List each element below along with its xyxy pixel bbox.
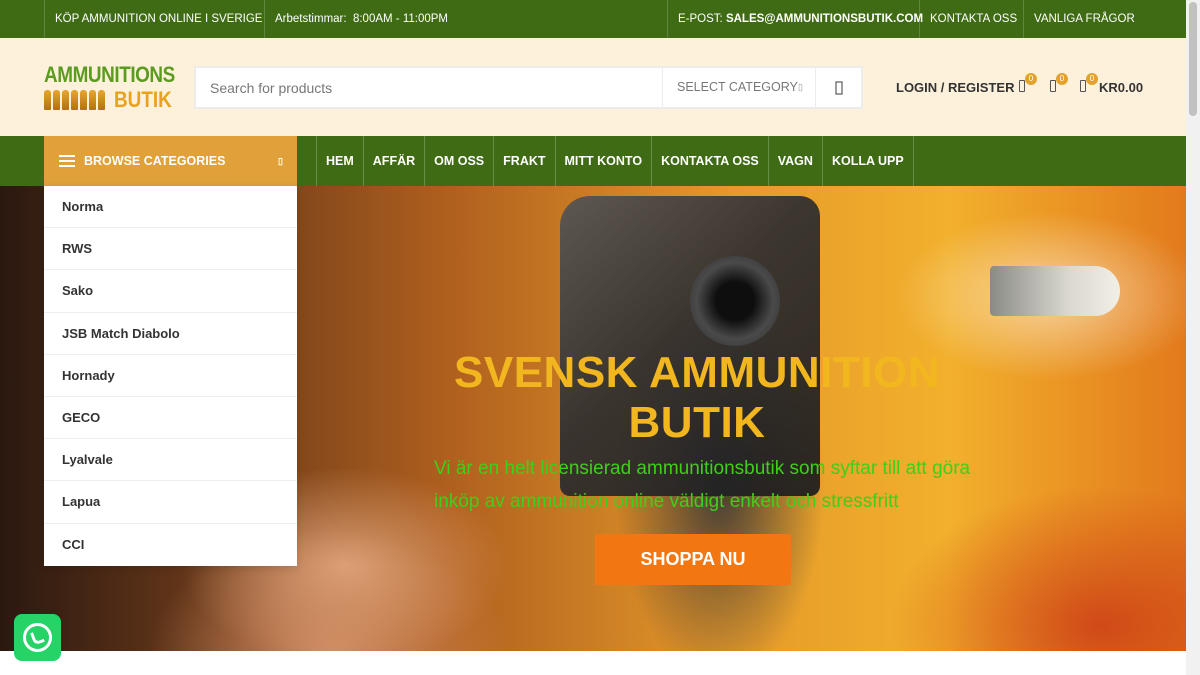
nav-menu: HEM AFFÄR OM OSS FRAKT MITT KONTO KONTAK… <box>316 136 914 186</box>
nav-item-kolla-upp[interactable]: KOLLA UPP <box>821 136 914 186</box>
compare-count: 0 <box>1025 73 1037 85</box>
category-item-jsb-match-diabolo[interactable]: JSB Match Diabolo <box>44 313 297 355</box>
search-button[interactable] <box>815 68 861 107</box>
wishlist-count: 0 <box>1056 73 1068 85</box>
email-link[interactable]: E-POST: SALES@AMMUNITIONSBUTIK.COM <box>667 0 933 38</box>
browse-categories-label: BROWSE CATEGORIES <box>84 154 226 168</box>
site-logo[interactable]: AMMUNITIONS BUTIK <box>44 62 176 112</box>
logo-line2: BUTIK <box>114 87 172 112</box>
chevron-down-icon: ▯ <box>798 82 803 92</box>
wishlist-icon <box>1050 80 1056 92</box>
main-nav: BROWSE CATEGORIES ▯ HEM AFFÄR OM OSS FRA… <box>0 136 1186 186</box>
hero-title-line2: BUTIK <box>628 398 766 447</box>
hero-bullet-image <box>990 266 1120 316</box>
logo-line1: AMMUNITIONS <box>44 62 175 87</box>
hero-gun-image <box>560 196 820 496</box>
nav-item-om-oss[interactable]: OM OSS <box>424 136 493 186</box>
top-bar: KÖP AMMUNITION ONLINE I SVERIGE Arbetsti… <box>0 0 1186 38</box>
hero-subtitle-line2: inköp av ammunition online väldigt enkel… <box>434 491 899 512</box>
nav-item-affar[interactable]: AFFÄR <box>362 136 424 186</box>
hours-value: 8:00AM - 11:00PM <box>352 13 448 25</box>
category-item-sako[interactable]: Sako <box>44 270 297 313</box>
shop-now-button[interactable]: SHOPPA NU <box>595 534 791 585</box>
nav-item-kontakta-oss[interactable]: KONTAKTA OSS <box>651 136 768 186</box>
hero-subtitle: Vi är en helt licensierad ammunitionsbut… <box>434 452 1034 518</box>
header: AMMUNITIONS BUTIK SELECT CATEGORY ▯ LOGI… <box>0 38 1186 136</box>
chevron-down-icon: ▯ <box>278 156 283 166</box>
category-item-norma[interactable]: Norma <box>44 186 297 229</box>
cart-icon <box>1080 80 1086 92</box>
hours-label: Arbetstimmar: <box>275 13 347 25</box>
compare-button[interactable]: 0 <box>1017 73 1037 96</box>
category-select[interactable]: SELECT CATEGORY ▯ <box>662 68 815 107</box>
search-input[interactable] <box>196 68 662 107</box>
nav-item-vagn[interactable]: VAGN <box>767 136 822 186</box>
tagline: KÖP AMMUNITION ONLINE I SVERIGE <box>44 0 272 38</box>
category-item-lyalvale[interactable]: Lyalvale <box>44 439 297 482</box>
category-item-rws[interactable]: RWS <box>44 228 297 271</box>
cart-total[interactable]: KR0.00 <box>1099 80 1143 95</box>
scrollbar-thumb[interactable] <box>1189 2 1197 116</box>
browse-categories-button[interactable]: BROWSE CATEGORIES ▯ <box>44 136 297 186</box>
category-item-hornady[interactable]: Hornady <box>44 355 297 397</box>
category-item-cci[interactable]: CCI <box>44 524 297 566</box>
cart-button[interactable]: 0 <box>1078 73 1098 96</box>
email-label: E-POST: <box>678 13 723 25</box>
top-contact-link[interactable]: KONTAKTA OSS <box>919 0 1027 38</box>
category-select-label: SELECT CATEGORY <box>677 80 798 94</box>
categories-dropdown: Norma RWS Sako JSB Match Diabolo Hornady… <box>44 186 297 566</box>
cart-count: 0 <box>1086 73 1098 85</box>
category-item-lapua[interactable]: Lapua <box>44 481 297 524</box>
nav-item-frakt[interactable]: FRAKT <box>493 136 554 186</box>
whatsapp-button[interactable] <box>14 614 61 661</box>
nav-item-hem[interactable]: HEM <box>316 136 363 186</box>
email-value: SALES@AMMUNITIONSBUTIK.COM <box>725 13 924 25</box>
search-icon <box>835 81 843 95</box>
search-form: SELECT CATEGORY ▯ <box>194 66 863 109</box>
menu-icon <box>59 155 75 167</box>
logo-bullets-icon <box>44 88 110 110</box>
login-register-link[interactable]: LOGIN / REGISTER <box>896 80 1014 95</box>
wishlist-button[interactable]: 0 <box>1048 73 1068 96</box>
category-item-geco[interactable]: GECO <box>44 397 297 440</box>
hero-title-line1: SVENSK AMMUNITION <box>454 348 940 397</box>
compare-icon <box>1019 80 1025 92</box>
nav-item-mitt-konto[interactable]: MITT KONTO <box>554 136 652 186</box>
hero-title: SVENSK AMMUNITION BUTIK <box>440 348 954 448</box>
page-scrollbar[interactable] <box>1186 0 1200 675</box>
hero-subtitle-line1: Vi är en helt licensierad ammunitionsbut… <box>434 458 971 479</box>
working-hours: Arbetstimmar: 8:00AM - 11:00PM <box>264 0 458 38</box>
hero-barrel-image <box>690 256 780 346</box>
top-faq-link[interactable]: VANLIGA FRÅGOR <box>1023 0 1145 38</box>
